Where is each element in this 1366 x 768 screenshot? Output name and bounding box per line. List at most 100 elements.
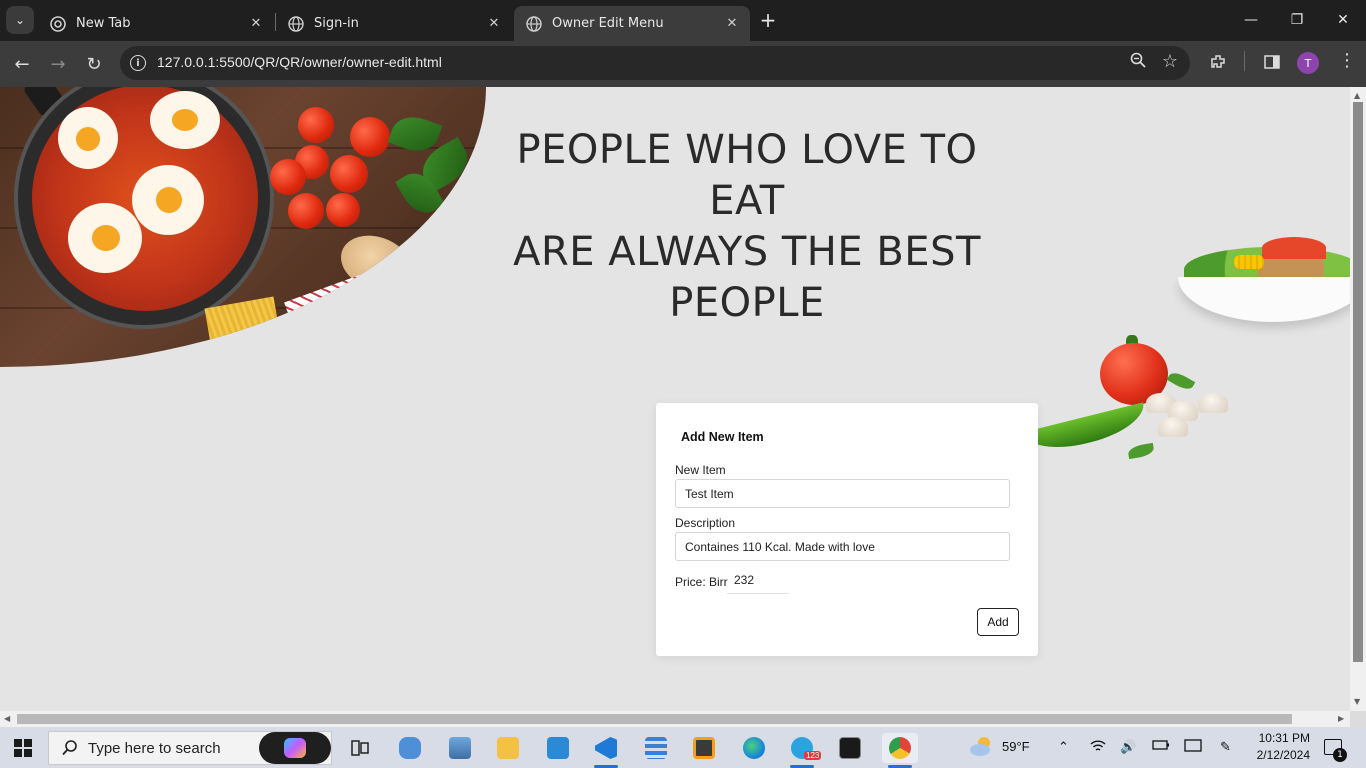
spaghetti (204, 296, 286, 367)
address-bar[interactable]: i 127.0.0.1:5500/QR/QR/owner/owner-edit.… (120, 46, 1190, 80)
page-viewport: PEOPLE WHO LOVE TO EAT ARE ALWAYS THE BE… (0, 87, 1350, 711)
vertical-scrollbar[interactable]: ▲ ▼ (1350, 87, 1366, 711)
more-menu-icon[interactable]: ⋮ (1338, 50, 1356, 71)
forward-button[interactable]: → (43, 49, 73, 79)
file-explorer-icon[interactable] (490, 733, 526, 763)
tab-label: New Tab (76, 16, 131, 31)
close-icon[interactable]: ✕ (722, 14, 742, 34)
battery-icon[interactable] (1152, 739, 1170, 754)
corn (1234, 255, 1264, 269)
powershell-icon[interactable] (540, 733, 576, 763)
mushroom (1198, 393, 1228, 413)
scrollbar-thumb[interactable] (17, 714, 1292, 724)
cherry-tomato (288, 193, 324, 229)
terminal-icon[interactable] (832, 733, 868, 763)
tab-label: Sign-in (314, 16, 359, 31)
scroll-right-icon[interactable]: ▶ (1338, 714, 1344, 723)
cherry-tomato (330, 155, 368, 193)
sublime-text-icon[interactable] (686, 733, 722, 763)
tab-owner-edit-menu[interactable]: Owner Edit Menu ✕ (514, 6, 750, 41)
egg (132, 165, 204, 235)
bowl-dish (1178, 277, 1350, 322)
game-controller-icon[interactable] (392, 733, 428, 763)
add-item-card: Add New Item New Item Test Item Descript… (656, 403, 1038, 656)
wifi-icon[interactable] (1090, 739, 1106, 756)
scroll-down-icon[interactable]: ▼ (1354, 697, 1360, 706)
laptop-app-icon[interactable] (442, 733, 478, 763)
windows-start-icon[interactable] (14, 739, 32, 757)
restore-button[interactable]: ❐ (1274, 0, 1320, 40)
browser-toolbar: ← → ↻ i 127.0.0.1:5500/QR/QR/owner/owner… (0, 41, 1366, 87)
stacked-app-icon[interactable] (638, 733, 674, 763)
slogan-line: EAT (709, 178, 785, 224)
site-info-icon[interactable]: i (130, 55, 146, 71)
browser-tab-strip: ⌄ New Tab ✕ Sign-in ✕ Owner Edit Menu ✕ … (0, 0, 1366, 41)
price-input[interactable]: 232 (727, 566, 789, 594)
new-item-input[interactable]: Test Item (675, 479, 1010, 508)
tab-sign-in[interactable]: Sign-in ✕ (276, 6, 512, 41)
cherry-tomato (326, 193, 360, 227)
add-button[interactable]: Add (977, 608, 1019, 636)
chrome-taskbar-icon[interactable] (882, 733, 918, 768)
new-tab-button[interactable]: + (756, 8, 780, 32)
zoom-icon[interactable] (1130, 52, 1146, 72)
pen-icon[interactable]: ✎ (1220, 739, 1231, 755)
side-panel-icon[interactable] (1263, 53, 1281, 75)
clock-time: 10:31 PM (1258, 731, 1310, 745)
close-icon[interactable]: ✕ (484, 14, 504, 34)
weather-icon[interactable] (968, 735, 996, 760)
plus-icon: + (759, 8, 777, 32)
slogan-line: ARE ALWAYS THE BEST (513, 229, 981, 275)
arrow-right-icon: → (50, 53, 66, 75)
wooden-spoon-handle (406, 252, 474, 312)
url-text[interactable]: 127.0.0.1:5500/QR/QR/owner/owner-edit.ht… (157, 54, 442, 70)
hero-slogan: PEOPLE WHO LOVE TO EAT ARE ALWAYS THE BE… (505, 125, 989, 329)
tab-new-tab[interactable]: New Tab ✕ (38, 6, 274, 41)
back-button[interactable]: ← (7, 49, 37, 79)
scrollbar-thumb[interactable] (1353, 102, 1363, 662)
task-view-icon[interactable] (342, 733, 378, 763)
clock-date: 2/12/2024 (1256, 748, 1310, 762)
cherry-tomato (350, 117, 390, 157)
minimize-icon: — (1244, 12, 1258, 28)
reload-button[interactable]: ↻ (79, 49, 109, 79)
minimize-button[interactable]: — (1228, 0, 1274, 40)
telegram-badge: 123 (804, 751, 822, 760)
search-placeholder: Type here to search (88, 740, 221, 757)
chevron-up-icon[interactable]: ⌃ (1058, 739, 1069, 755)
vegetables-image (1008, 335, 1228, 470)
new-item-label: New Item (675, 463, 726, 477)
edge-icon[interactable] (736, 733, 772, 763)
globe-icon (288, 15, 304, 32)
globe-icon (526, 15, 542, 32)
salad-bowl-image (1178, 237, 1350, 322)
system-clock[interactable]: 10:31 PM 2/12/2024 (1250, 730, 1310, 764)
bookmark-star-icon[interactable]: ☆ (1162, 51, 1178, 72)
scroll-left-icon[interactable]: ◀ (4, 714, 10, 723)
close-icon[interactable]: ✕ (246, 14, 266, 34)
copilot-icon (284, 738, 306, 758)
tab-label: Owner Edit Menu (552, 16, 664, 31)
profile-avatar[interactable]: T (1297, 52, 1319, 74)
display-icon[interactable] (1184, 739, 1202, 756)
close-window-button[interactable]: ✕ (1320, 0, 1366, 40)
extensions-icon[interactable] (1209, 53, 1227, 75)
reload-icon: ↻ (86, 53, 102, 75)
windows-taskbar: Type here to search 123 59°F ⌃ 🔊 ✎ 10:31… (0, 727, 1366, 768)
slogan-line: PEOPLE (669, 280, 825, 326)
egg (150, 91, 220, 149)
scrollbar-corner (1350, 711, 1366, 727)
taskbar-search-box[interactable]: Type here to search (48, 731, 332, 765)
horizontal-scrollbar[interactable]: ◀ ▶ (0, 711, 1350, 727)
vscode-icon[interactable] (588, 733, 624, 768)
telegram-icon[interactable]: 123 (784, 733, 822, 768)
scroll-up-icon[interactable]: ▲ (1354, 91, 1360, 100)
weather-temperature[interactable]: 59°F (1002, 739, 1030, 754)
description-input[interactable]: Containes 110 Kcal. Made with love (675, 532, 1010, 561)
volume-icon[interactable]: 🔊 (1120, 739, 1136, 755)
tab-search-button[interactable]: ⌄ (6, 6, 34, 34)
description-label: Description (675, 516, 736, 530)
leaf (1127, 442, 1155, 460)
copilot-button[interactable] (259, 732, 331, 764)
tomato-slice (1262, 237, 1326, 259)
